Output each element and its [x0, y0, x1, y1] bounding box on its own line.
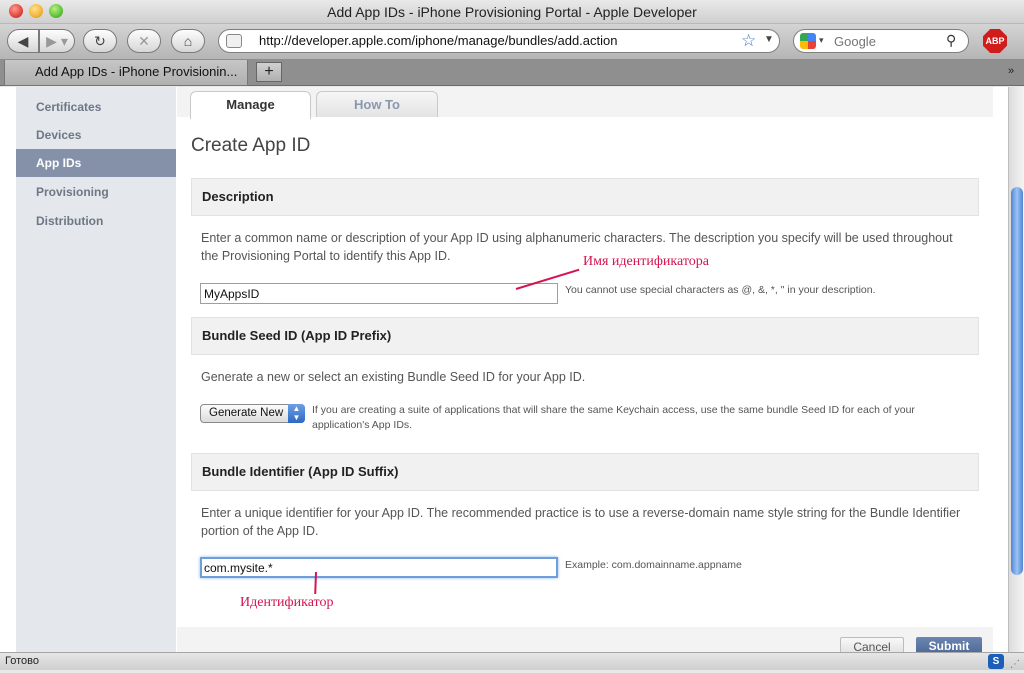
forward-button[interactable]: ▶ ▾ [39, 29, 75, 53]
seed-help-text: Generate a new or select an existing Bun… [201, 370, 586, 384]
tab-list-chevron-icon[interactable]: » [1008, 65, 1014, 77]
engine-dropdown-icon[interactable]: ▾ [819, 35, 824, 46]
tab-manage[interactable]: Manage [190, 91, 311, 119]
minimize-window-button[interactable] [29, 4, 43, 18]
history-dropdown-icon[interactable]: ▼ [764, 34, 774, 45]
bookmark-star-icon[interactable]: ☆ [741, 31, 756, 51]
seed-select-value: Generate New [209, 407, 284, 419]
page-viewport: Certificates Devices App IDs Provisionin… [0, 87, 1008, 652]
sidebar-item-certificates[interactable]: Certificates [16, 93, 176, 121]
annotation-id-label: Идентификатор [240, 595, 334, 610]
search-bar[interactable]: ▾ ⚲ [793, 29, 969, 53]
window-title: Add App IDs - iPhone Provisioning Portal… [327, 4, 697, 20]
page-title: Create App ID [191, 135, 311, 156]
window-titlebar: Add App IDs - iPhone Provisioning Portal… [0, 0, 1024, 24]
url-text[interactable]: http://developer.apple.com/iphone/manage… [259, 33, 617, 48]
browser-tab-active[interactable]: Add App IDs - iPhone Provisionin... [4, 60, 248, 86]
bundle-id-input[interactable] [200, 557, 558, 578]
status-text: Готово [5, 655, 39, 667]
home-icon: ⌂ [183, 33, 193, 49]
sidebar-item-provisioning[interactable]: Provisioning [16, 178, 176, 206]
cancel-button[interactable]: Cancel [840, 637, 904, 652]
google-engine-icon[interactable] [800, 33, 816, 49]
scrollbar-thumb[interactable] [1011, 187, 1023, 575]
stop-icon: ✕ [138, 33, 150, 49]
annotation-name-label: Имя идентификатора [583, 254, 709, 269]
sidebar-item-distribution[interactable]: Distribution [16, 207, 176, 235]
bundle-help-text: Enter a unique identifier for your App I… [201, 506, 961, 538]
zoom-window-button[interactable] [49, 4, 63, 18]
tab-strip: Add App IDs - iPhone Provisionin... + » [0, 60, 1024, 86]
adblock-plus-icon[interactable]: ABP [983, 29, 1007, 53]
close-window-button[interactable] [9, 4, 23, 18]
search-icon[interactable]: ⚲ [946, 32, 956, 49]
stop-button[interactable]: ✕ [127, 29, 161, 53]
sidebar-item-app-ids[interactable]: App IDs [16, 149, 176, 177]
portal-sidebar: Certificates Devices App IDs Provisionin… [16, 87, 176, 652]
resize-grip-icon[interactable]: ⋰ [1010, 656, 1020, 673]
reload-button[interactable]: ↻ [83, 29, 117, 53]
site-favicon-icon [226, 34, 242, 48]
tab-how-to[interactable]: How To [316, 91, 438, 117]
home-button[interactable]: ⌂ [171, 29, 205, 53]
back-button[interactable]: ◀ [7, 29, 39, 53]
seed-id-select[interactable]: Generate New ▲ ▼ [200, 404, 305, 423]
select-arrows-icon: ▲ ▼ [288, 404, 305, 423]
status-addon-icon[interactable]: S [988, 654, 1004, 669]
description-section-header: Description [191, 178, 979, 216]
seed-section-header: Bundle Seed ID (App ID Prefix) [191, 317, 979, 355]
browser-toolbar: ◀ ▶ ▾ ↻ ✕ ⌂ http://developer.apple.com/i… [0, 24, 1024, 60]
bundle-section-header: Bundle Identifier (App ID Suffix) [191, 453, 979, 491]
description-input[interactable] [200, 283, 558, 304]
sidebar-item-devices[interactable]: Devices [16, 121, 176, 149]
search-input[interactable] [834, 33, 944, 49]
bundle-hint: Example: com.domainname.appname [565, 559, 742, 571]
address-bar[interactable]: http://developer.apple.com/iphone/manage… [218, 29, 780, 53]
description-hint: You cannot use special characters as @, … [565, 284, 876, 296]
tab-title: Add App IDs - iPhone Provisionin... [35, 64, 238, 79]
seed-hint: If you are creating a suite of applicati… [312, 404, 915, 431]
back-arrow-icon: ◀ [17, 33, 29, 49]
submit-button[interactable]: Submit [916, 637, 982, 652]
reload-icon: ↻ [94, 33, 106, 49]
forward-arrow-icon: ▶ ▾ [46, 33, 68, 49]
vertical-scrollbar[interactable] [1008, 87, 1024, 652]
status-bar: Готово S ⋰ [0, 652, 1024, 670]
new-tab-button[interactable]: + [256, 62, 282, 82]
